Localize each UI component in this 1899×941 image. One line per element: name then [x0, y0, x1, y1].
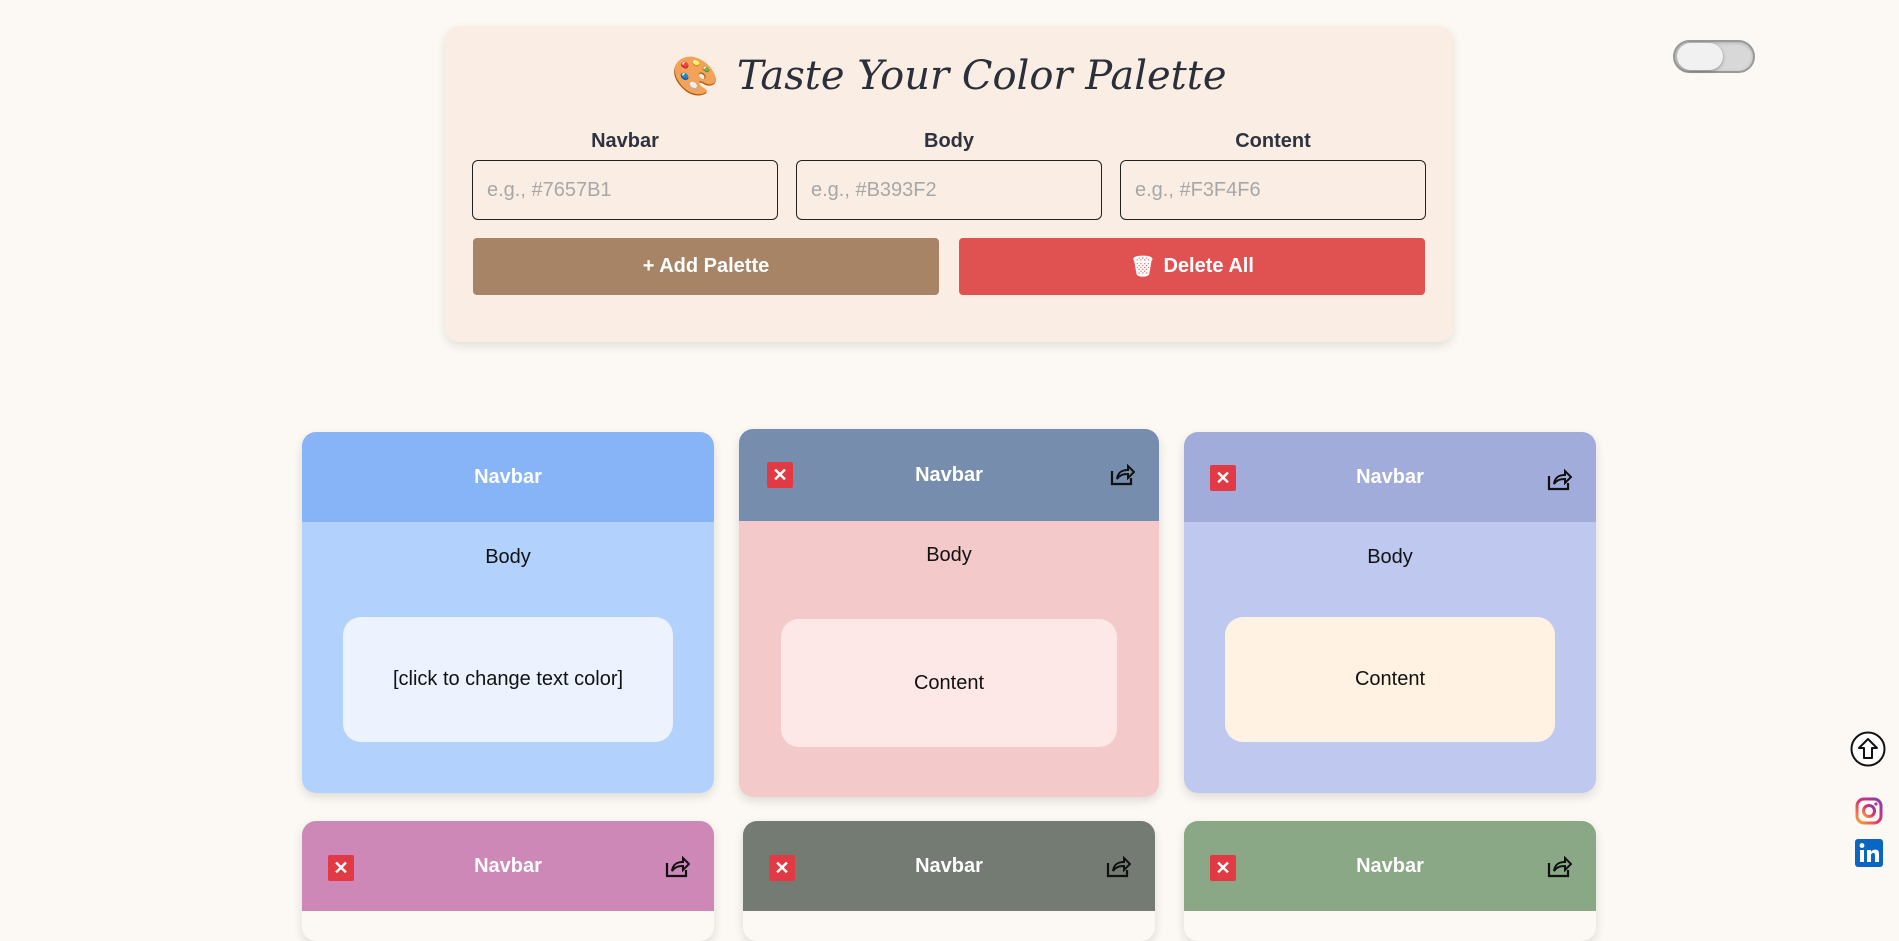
navbar-field-label: Navbar: [591, 130, 659, 152]
share-icon[interactable]: [1546, 466, 1572, 492]
card-content[interactable]: Content: [781, 619, 1117, 747]
theme-toggle[interactable]: [1673, 40, 1755, 73]
close-icon[interactable]: ✕: [767, 462, 793, 488]
delete-all-button[interactable]: 🗑 Delete All: [959, 238, 1425, 295]
card-body-label: Body: [1367, 546, 1413, 568]
card-body-label: Body: [485, 546, 531, 568]
add-palette-button[interactable]: + Add Palette: [473, 238, 939, 295]
card-navbar-label: Navbar: [474, 465, 542, 488]
close-icon[interactable]: ✕: [1210, 465, 1236, 491]
navbar-color-input[interactable]: [472, 160, 778, 220]
title-row: 🎨 Taste Your Color Palette: [445, 48, 1453, 104]
card-navbar-label: Navbar: [915, 463, 983, 486]
scroll-top-icon[interactable]: [1850, 731, 1886, 767]
page-title: Taste Your Color Palette: [736, 53, 1227, 99]
content-field-label: Content: [1235, 130, 1311, 152]
palette-card: Navbar Body [click to change text color]: [302, 432, 714, 793]
add-palette-label: + Add Palette: [642, 255, 770, 277]
card-content[interactable]: Content: [1225, 617, 1555, 742]
toggle-knob: [1677, 43, 1723, 70]
card-navbar-label: Navbar: [1356, 465, 1424, 488]
linkedin-icon[interactable]: [1855, 839, 1883, 867]
body-field-group: Body: [796, 126, 1102, 220]
palette-card: Navbar ✕ Body Content: [739, 429, 1159, 797]
palette-card: Navbar ✕ Body Content: [1184, 432, 1596, 793]
card-navbar-label: Navbar: [915, 854, 983, 877]
share-icon[interactable]: [664, 853, 690, 879]
share-icon[interactable]: [1105, 853, 1131, 879]
card-navbar: Navbar: [1184, 821, 1596, 911]
card-navbar-label: Navbar: [1356, 854, 1424, 877]
card-navbar: Navbar: [302, 821, 714, 911]
close-icon[interactable]: ✕: [1210, 855, 1236, 881]
share-icon[interactable]: [1109, 461, 1135, 487]
card-navbar: Navbar: [1184, 432, 1596, 522]
card-navbar-label: Navbar: [474, 854, 542, 877]
card-navbar: Navbar: [739, 429, 1159, 521]
card-navbar: Navbar: [302, 432, 714, 522]
navbar-field-group: Navbar: [472, 126, 778, 220]
close-icon[interactable]: ✕: [769, 855, 795, 881]
palette-icon: 🎨: [671, 53, 719, 98]
body-color-input[interactable]: [796, 160, 1102, 220]
share-icon[interactable]: [1546, 853, 1572, 879]
content-color-input[interactable]: [1120, 160, 1426, 220]
palette-card: Navbar ✕: [743, 821, 1155, 941]
palette-form-panel: 🎨 Taste Your Color Palette Navbar Body C…: [445, 26, 1453, 342]
body-field-label: Body: [924, 130, 974, 152]
card-navbar: Navbar: [743, 821, 1155, 911]
card-body-label: Body: [926, 544, 972, 566]
trash-icon: 🗑: [1130, 256, 1156, 278]
content-field-group: Content: [1120, 126, 1426, 220]
card-content[interactable]: [click to change text color]: [343, 617, 673, 742]
instagram-icon[interactable]: [1855, 797, 1883, 825]
palette-card: Navbar ✕: [302, 821, 714, 941]
delete-all-label: Delete All: [1163, 255, 1254, 277]
palette-card: Navbar ✕: [1184, 821, 1596, 941]
close-icon[interactable]: ✕: [328, 855, 354, 881]
